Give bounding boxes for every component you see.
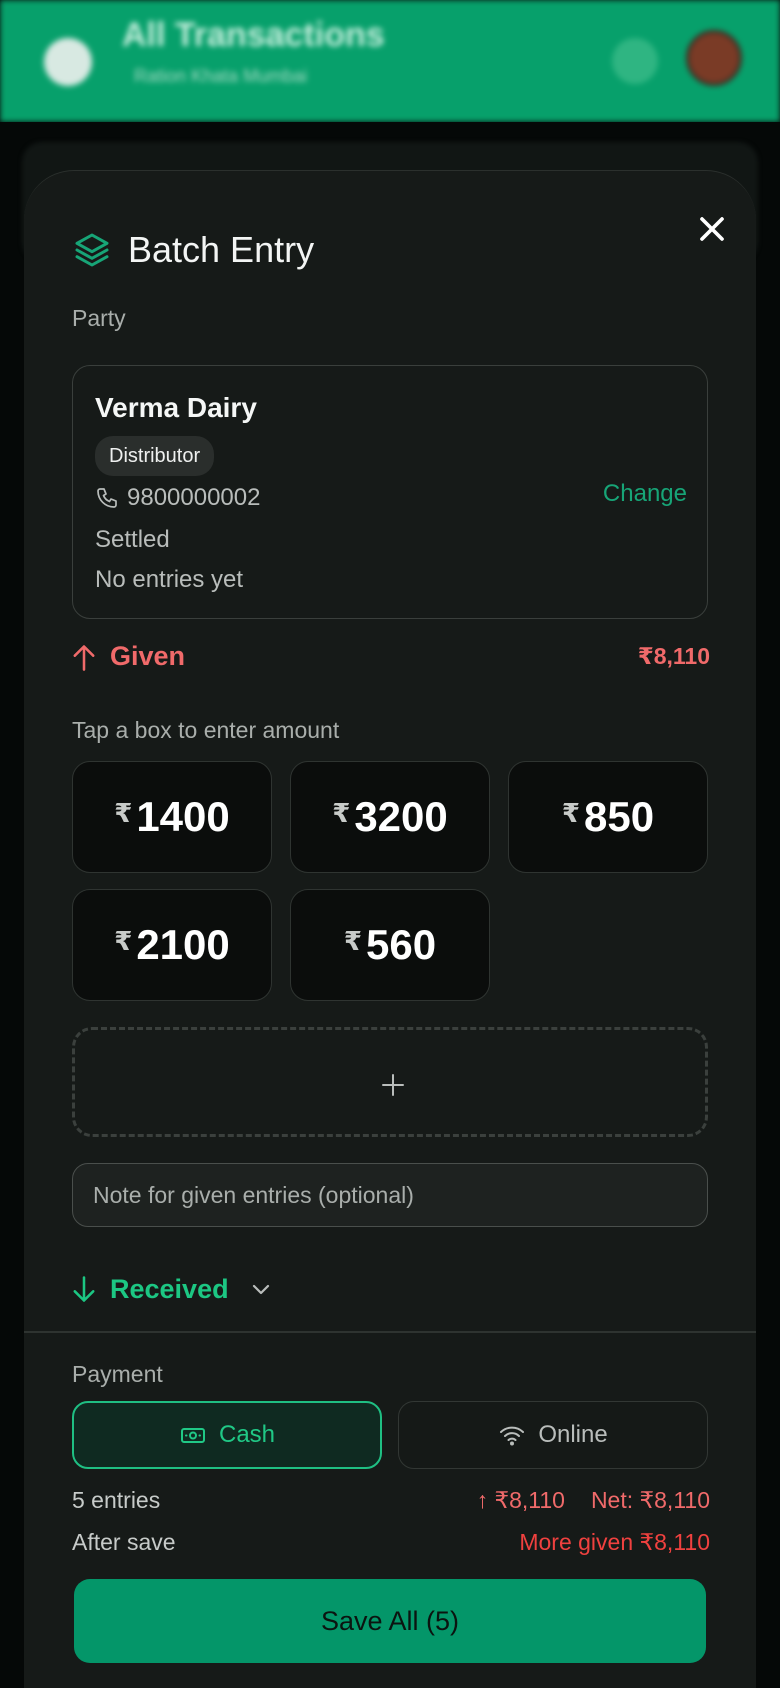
rupee-icon: ₹	[114, 797, 133, 828]
party-card: Verma Dairy Distributor 9800000002 Settl…	[72, 365, 708, 619]
wifi-icon	[500, 1426, 525, 1446]
received-label: Received	[110, 1273, 229, 1304]
amount-hint: Tap a box to enter amount	[72, 717, 340, 743]
amount-box[interactable]: ₹ 560	[290, 889, 490, 1001]
given-total: ₹8,110	[637, 643, 710, 669]
background-title: All Transactions	[122, 16, 385, 54]
avatar	[686, 30, 742, 86]
given-section-header: Given ₹8,110	[70, 637, 710, 681]
party-balance-status: Settled	[95, 526, 170, 553]
background-action-icon	[612, 38, 658, 84]
rupee-icon: ₹	[561, 797, 580, 828]
payment-online-button[interactable]: Online	[398, 1401, 708, 1469]
arrow-down-icon	[73, 1276, 95, 1302]
after-save-summary: More given ₹8,110	[519, 1529, 710, 1556]
after-save-value: More given ₹8,110	[519, 1529, 710, 1555]
rupee-icon: ₹	[343, 925, 362, 956]
amount-box[interactable]: ₹ 3200	[290, 761, 490, 873]
app-root: All Transactions Ration Khata Mumbai Bat…	[0, 0, 780, 1688]
amount-value: 3200	[354, 793, 448, 840]
payment-cash-label: Cash	[218, 1421, 276, 1448]
payment-section-label: Payment	[72, 1361, 163, 1387]
batch-entry-sheet: Batch Entry Party Verma Dairy Distributo…	[24, 170, 756, 1688]
amount-value: 560	[366, 921, 437, 968]
background-subtitle: Ration Khata Mumbai	[134, 66, 308, 86]
rupee-icon: ₹	[114, 925, 133, 956]
party-name: Verma Dairy	[95, 392, 257, 423]
plus-icon	[382, 1074, 404, 1096]
cash-icon	[180, 1428, 205, 1443]
entries-count: 5 entries	[72, 1487, 161, 1513]
section-divider	[24, 1331, 756, 1333]
app-logo	[44, 38, 92, 86]
party-phone: 9800000002	[127, 484, 261, 511]
phone-icon	[97, 488, 117, 508]
sheet-title: Batch Entry	[128, 229, 315, 270]
layers-icon	[75, 233, 109, 267]
change-party-button[interactable]: Change	[603, 480, 687, 508]
rupee-icon: ₹	[332, 797, 351, 828]
amount-value: 1400	[136, 793, 230, 840]
amount-value: 850	[584, 793, 655, 840]
party-type-badge: Distributor	[95, 436, 215, 476]
given-label: Given	[110, 641, 186, 671]
amount-box[interactable]: ₹ 2100	[72, 889, 272, 1001]
party-phone-row: 9800000002	[95, 484, 260, 512]
save-all-button[interactable]: Save All (5)	[74, 1579, 706, 1663]
summary-given-total: ↑ ₹8,110	[476, 1487, 565, 1513]
background-header: All Transactions Ration Khata Mumbai	[0, 0, 780, 122]
summary-totals: ↑ ₹8,110 Net: ₹8,110	[477, 1487, 710, 1514]
sheet-header: Batch Entry	[72, 229, 314, 271]
amount-value: 2100	[136, 921, 230, 968]
after-save-label: After save	[72, 1529, 176, 1555]
summary-net-total: Net: ₹8,110	[590, 1487, 710, 1513]
received-toggle[interactable]: Received	[70, 1267, 273, 1311]
amount-box[interactable]: ₹ 850	[508, 761, 708, 873]
chevron-down-icon	[252, 1284, 269, 1295]
close-icon[interactable]	[692, 209, 732, 249]
party-entries-info: No entries yet	[95, 566, 244, 593]
amount-box[interactable]: ₹ 1400	[72, 761, 272, 873]
payment-cash-button[interactable]: Cash	[72, 1401, 382, 1469]
party-section-label: Party	[72, 305, 126, 331]
payment-online-label: Online	[538, 1421, 608, 1448]
add-amount-button[interactable]	[72, 1027, 708, 1137]
arrow-up-icon	[73, 645, 95, 671]
given-note-input[interactable]	[72, 1163, 708, 1227]
